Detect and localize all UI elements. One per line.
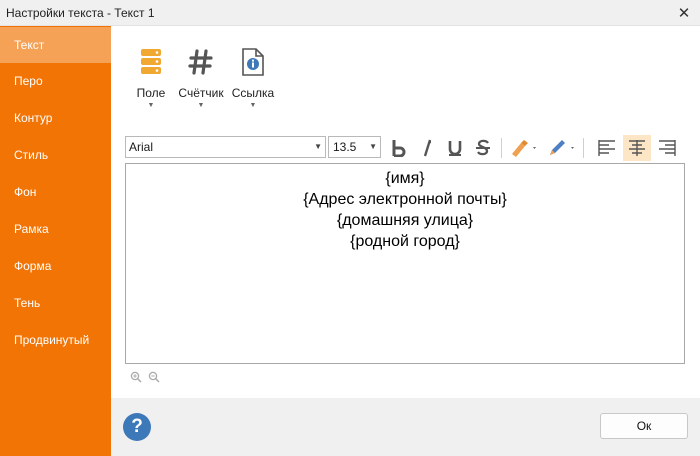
ok-button[interactable]: Ок — [600, 413, 688, 439]
editor-line: {Адрес электронной почты} — [303, 191, 507, 208]
font-value: Arial — [129, 140, 154, 154]
link-label: Ссылка — [231, 86, 275, 100]
italic-button[interactable] — [413, 135, 441, 161]
pen-color-button[interactable] — [545, 135, 579, 161]
underline-button[interactable] — [441, 135, 469, 161]
sidebar-item-frame[interactable]: Рамка — [0, 211, 111, 247]
chevron-down-icon: ▼ — [197, 102, 205, 109]
field-button[interactable]: Поле ▼ — [135, 42, 167, 109]
font-size-value: 13.5 — [333, 140, 357, 154]
align-left-icon — [598, 140, 615, 156]
font-select[interactable]: Arial ▼ — [125, 136, 326, 158]
sidebar-item-outline[interactable]: Контур — [0, 100, 111, 136]
window-title: Настройки текста - Текст 1 — [6, 6, 155, 20]
database-icon — [135, 42, 167, 82]
format-toolbar: Arial ▼ 13.5 ▼ — [125, 135, 685, 161]
chevron-down-icon: ▼ — [249, 102, 257, 109]
strikethrough-icon — [476, 139, 490, 156]
sidebar: Текст Перо Контур Стиль Фон Рамка Форма … — [0, 26, 111, 456]
sidebar-item-shadow[interactable]: Тень — [0, 285, 111, 321]
font-size-select[interactable]: 13.5 ▼ — [328, 136, 381, 158]
title-bar: Настройки текста - Текст 1 ✕ — [0, 0, 700, 26]
align-left-button[interactable] — [593, 135, 621, 161]
sidebar-item-text[interactable]: Текст — [0, 27, 111, 63]
sidebar-item-shape[interactable]: Форма — [0, 248, 111, 284]
editor-line: {родной город} — [350, 233, 460, 250]
sidebar-item-background[interactable]: Фон — [0, 174, 111, 210]
hash-icon — [177, 42, 225, 82]
field-label: Поле — [136, 86, 166, 100]
chevron-down-icon: ▼ — [314, 142, 322, 151]
pen-icon — [550, 140, 574, 155]
sidebar-item-pen[interactable]: Перо — [0, 63, 111, 99]
counter-label: Счётчик — [178, 86, 224, 100]
italic-icon — [423, 139, 432, 157]
editor-line: {домашняя улица} — [336, 212, 474, 229]
zoom-out-icon[interactable] — [147, 370, 161, 384]
zoom-in-icon[interactable] — [129, 370, 143, 384]
editor-line: {имя} — [385, 170, 425, 187]
separator — [583, 138, 584, 158]
content-panel: Поле ▼ Счётчик ▼ Ссылка ▼ Arial ▼ 13.5 ▼… — [111, 26, 700, 398]
close-icon[interactable]: ✕ — [668, 0, 700, 26]
bold-icon — [392, 140, 406, 157]
chevron-down-icon: ▼ — [369, 142, 377, 151]
help-icon[interactable]: ? — [123, 413, 151, 441]
footer: ? Ок — [111, 398, 700, 456]
highlighter-icon — [512, 140, 536, 157]
counter-button[interactable]: Счётчик ▼ — [177, 42, 225, 109]
link-button[interactable]: Ссылка ▼ — [231, 42, 275, 109]
strikethrough-button[interactable] — [469, 135, 497, 161]
align-center-icon — [629, 140, 645, 156]
text-editor[interactable]: {имя} {Адрес электронной почты} {домашня… — [125, 163, 685, 364]
align-right-button[interactable] — [653, 135, 681, 161]
align-center-button[interactable] — [623, 135, 651, 161]
chevron-down-icon: ▼ — [147, 102, 155, 109]
align-right-icon — [659, 140, 676, 156]
sidebar-item-style[interactable]: Стиль — [0, 137, 111, 173]
separator — [501, 138, 502, 158]
underline-icon — [448, 141, 462, 156]
highlight-color-button[interactable] — [507, 135, 541, 161]
bold-button[interactable] — [385, 135, 413, 161]
sidebar-item-advanced[interactable]: Продвинутый — [0, 322, 111, 358]
document-info-icon — [231, 42, 275, 82]
